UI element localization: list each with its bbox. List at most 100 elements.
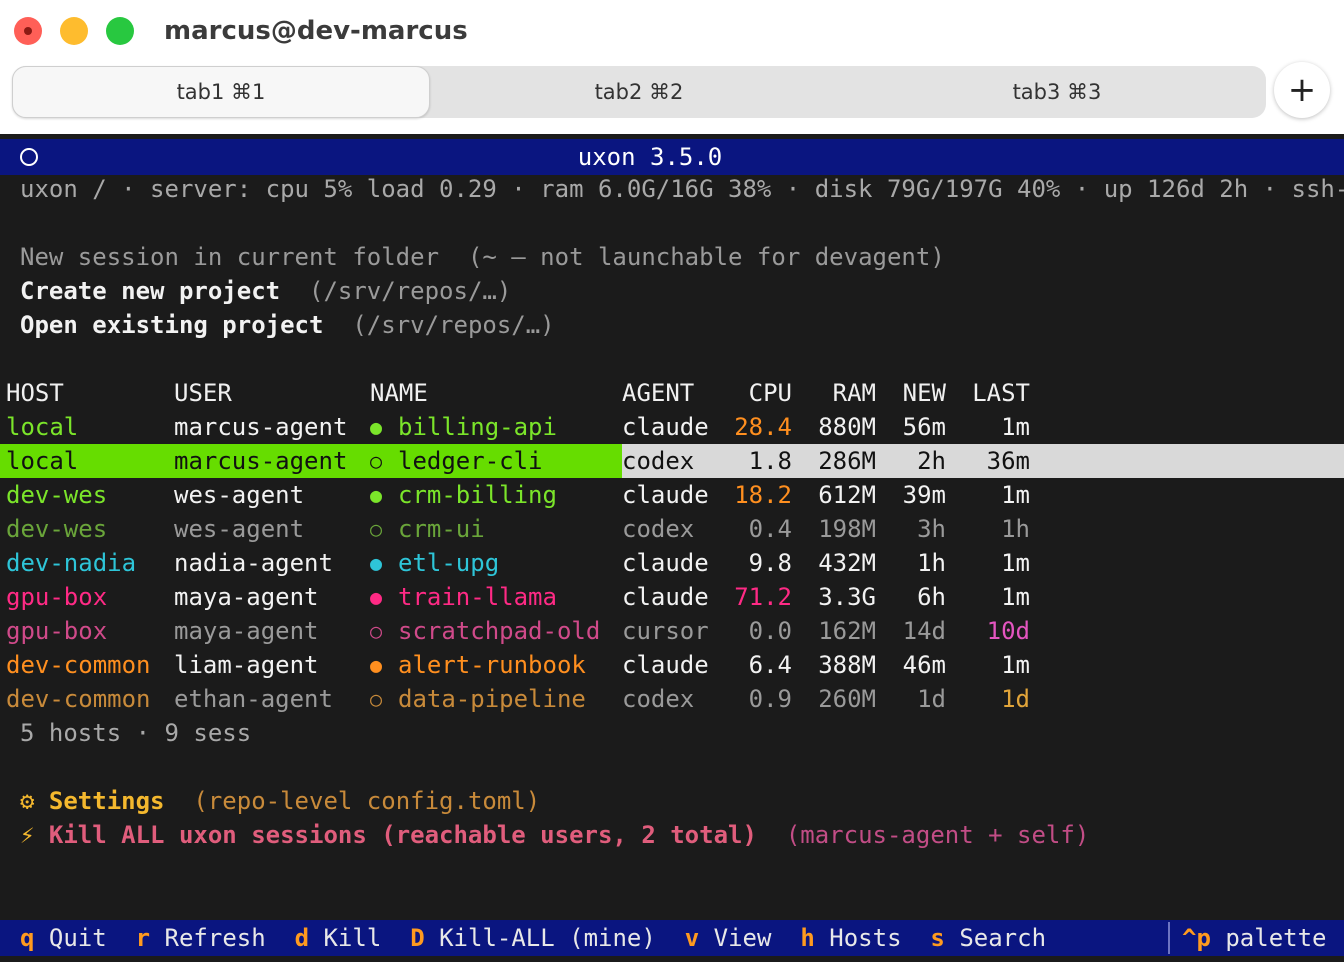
menu-label: New session in current folder	[20, 243, 440, 271]
cell-name: crm-billing	[398, 481, 557, 509]
cell-ram: 880M	[818, 413, 876, 441]
cell-new: 1d	[917, 685, 946, 713]
kill-all-item[interactable]: ⚡ Kill ALL uxon sessions (reachable user…	[20, 818, 1089, 852]
cell-ram: 3.3G	[818, 583, 876, 611]
session-row-selected[interactable]: local marcus-agent ○ ledger-cli codex 1.…	[0, 444, 1344, 478]
status-active-icon: ●	[370, 551, 383, 575]
key-kill[interactable]: d Kill	[295, 924, 382, 952]
cell-host: gpu-box	[6, 617, 108, 645]
cell-agent: cursor	[622, 617, 709, 645]
status-idle-icon: ○	[370, 449, 383, 473]
app-header-bar: uxon 3.5.0	[0, 139, 1344, 175]
cell-new: 39m	[902, 481, 946, 509]
cell-new: 14d	[902, 617, 946, 645]
session-row[interactable]: dev-nadia nadia-agent ● etl-upg claude 9…	[0, 546, 1344, 580]
session-summary: 5 hosts · 9 sess	[20, 719, 252, 747]
cell-cpu: 28.4	[734, 413, 792, 441]
cell-agent: claude	[622, 583, 709, 611]
col-header-cpu: CPU	[748, 379, 792, 407]
session-row[interactable]: dev-common liam-agent ● alert-runbook cl…	[0, 648, 1344, 682]
cell-cpu: 0.9	[748, 685, 792, 713]
cell-user: wes-agent	[174, 515, 305, 543]
col-header-new: NEW	[902, 379, 946, 407]
cell-ram: 388M	[818, 651, 876, 679]
kill-all-label: Kill ALL uxon sessions (reachable users,…	[48, 821, 757, 849]
status-idle-icon: ○	[370, 517, 383, 541]
new-tab-button[interactable]: +	[1274, 62, 1330, 118]
menu-label: Create new project	[20, 277, 281, 305]
menu-create-project[interactable]: Create new project (/srv/repos/…)	[20, 274, 511, 308]
cell-host: dev-nadia	[6, 549, 137, 577]
cell-cpu: 0.4	[748, 515, 792, 543]
key-palette[interactable]: ^p palette	[1182, 920, 1327, 956]
settings-item[interactable]: ⚙ Settings (repo-level config.toml)	[20, 784, 540, 818]
cell-last: 1m	[1001, 549, 1030, 577]
key-kill-all[interactable]: D Kill-ALL (mine)	[410, 924, 656, 952]
cell-user: marcus-agent	[174, 447, 348, 475]
minimize-window-button[interactable]	[60, 17, 88, 45]
cell-name: ledger-cli	[398, 447, 543, 475]
tab-strip: tab1 ⌘1 tab2 ⌘2 tab3 ⌘3	[12, 66, 1266, 118]
cell-new: 46m	[902, 651, 946, 679]
status-active-icon: ●	[370, 415, 383, 439]
cell-agent: codex	[622, 447, 695, 475]
status-active-icon: ●	[370, 653, 383, 677]
key-search[interactable]: s Search	[930, 924, 1046, 952]
cell-last: 1m	[1001, 413, 1030, 441]
session-row[interactable]: dev-wes wes-agent ○ crm-ui codex 0.4 198…	[0, 512, 1344, 546]
cell-ram: 260M	[818, 685, 876, 713]
cell-user: ethan-agent	[174, 685, 333, 713]
session-row[interactable]: dev-common ethan-agent ○ data-pipeline c…	[0, 682, 1344, 716]
menu-hint: (/srv/repos/…)	[352, 311, 555, 339]
menu-hint: (~ — not launchable for devagent)	[467, 243, 945, 271]
settings-label: Settings	[48, 787, 165, 815]
cell-cpu: 71.2	[734, 583, 792, 611]
menu-new-session[interactable]: New session in current folder (~ — not l…	[20, 240, 945, 274]
status-active-icon: ●	[370, 483, 383, 507]
kill-all-hint: (marcus-agent + self)	[785, 821, 1090, 849]
zoom-window-button[interactable]	[106, 17, 134, 45]
cell-name: scratchpad-old	[398, 617, 601, 645]
cell-cpu: 1.8	[748, 447, 792, 475]
cell-cpu: 0.0	[748, 617, 792, 645]
cell-host: dev-common	[6, 651, 151, 679]
key-hosts[interactable]: h Hosts	[800, 924, 901, 952]
session-row[interactable]: local marcus-agent ● billing-api claude …	[0, 410, 1344, 444]
cell-host: gpu-box	[6, 583, 108, 611]
tab-bar: tab1 ⌘1 tab2 ⌘2 tab3 ⌘3	[0, 62, 1344, 134]
cell-agent: codex	[622, 685, 695, 713]
cell-new: 6h	[917, 583, 946, 611]
session-row[interactable]: gpu-box maya-agent ● train-llama claude …	[0, 580, 1344, 614]
footer-divider	[1168, 922, 1170, 954]
key-view[interactable]: v View	[685, 924, 772, 952]
cell-host: dev-wes	[6, 515, 108, 543]
key-refresh[interactable]: r Refresh	[136, 924, 266, 952]
col-header-name: NAME	[370, 379, 428, 407]
cell-user: maya-agent	[174, 583, 319, 611]
cell-agent: claude	[622, 549, 709, 577]
menu-label: Open existing project	[20, 311, 324, 339]
cell-ram: 198M	[818, 515, 876, 543]
cell-agent: claude	[622, 481, 709, 509]
session-row[interactable]: gpu-box maya-agent ○ scratchpad-old curs…	[0, 614, 1344, 648]
tab-3[interactable]: tab3 ⌘3	[848, 66, 1266, 118]
key-quit[interactable]: q Quit	[20, 924, 107, 952]
cell-new: 2h	[917, 447, 946, 475]
cell-user: liam-agent	[174, 651, 319, 679]
close-window-button[interactable]	[14, 17, 42, 45]
table-header: HOST USER NAME AGENT CPU RAM NEW LAST	[0, 376, 1344, 410]
col-header-host: HOST	[6, 379, 64, 407]
cell-agent: codex	[622, 515, 695, 543]
terminal[interactable]: uxon 3.5.0 uxon / · server: cpu 5% load …	[0, 134, 1344, 962]
cell-name: train-llama	[398, 583, 557, 611]
session-row[interactable]: dev-wes wes-agent ● crm-billing claude 1…	[0, 478, 1344, 512]
cell-last: 1h	[1001, 515, 1030, 543]
lightning-icon: ⚡	[20, 821, 35, 849]
cell-agent: claude	[622, 651, 709, 679]
tab-2[interactable]: tab2 ⌘2	[430, 66, 848, 118]
server-status-line: uxon / · server: cpu 5% load 0.29 · ram …	[20, 175, 1344, 203]
tab-1[interactable]: tab1 ⌘1	[12, 66, 430, 118]
cell-last: 10d	[986, 617, 1030, 645]
cell-name: alert-runbook	[398, 651, 586, 679]
menu-open-project[interactable]: Open existing project (/srv/repos/…)	[20, 308, 555, 342]
